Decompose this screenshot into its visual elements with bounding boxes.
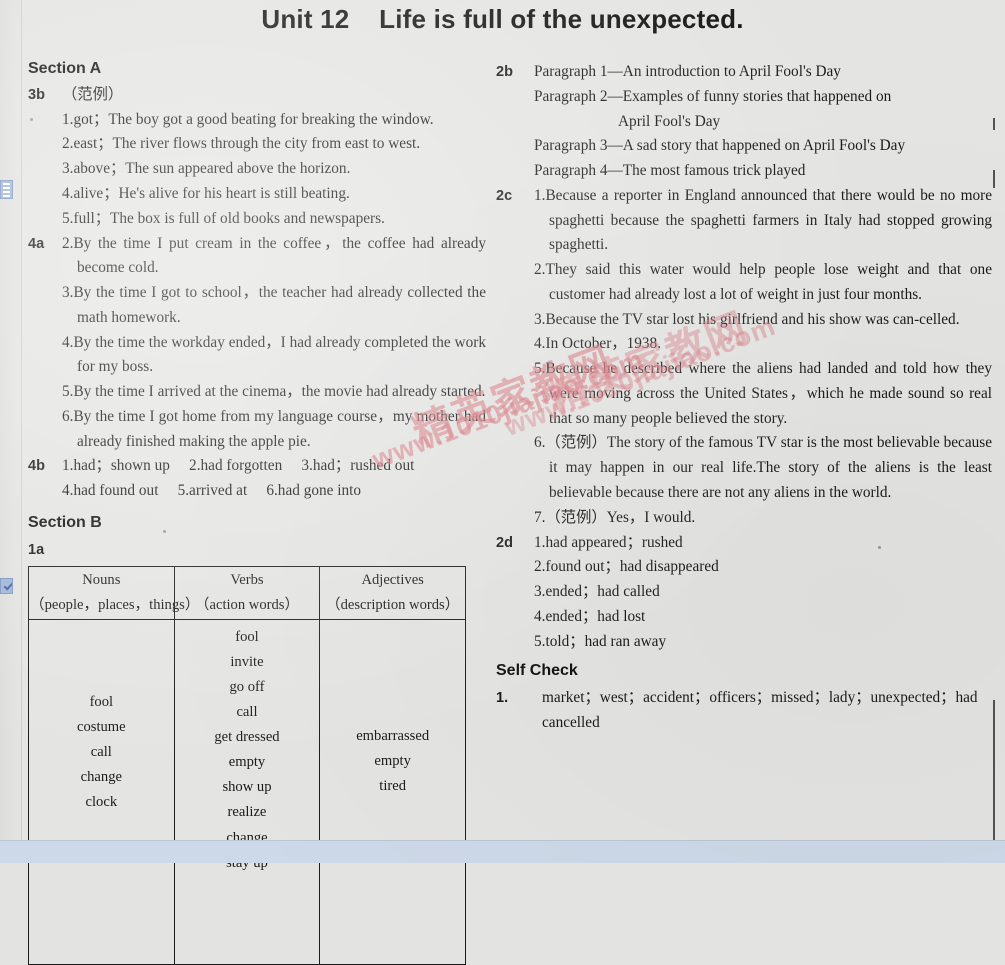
paragraph-line-continued: April Fool's Day	[618, 112, 721, 130]
right-column: 2b Paragraph 1—An introduction to April …	[496, 60, 992, 736]
answer-line: 2.east；The river flows through the city …	[62, 135, 421, 153]
answer-line: 1.had；shown up 2.had forgotten 3.had；rus…	[62, 457, 415, 475]
table-header-adjectives: Adjectives （description words）	[319, 566, 466, 620]
table-header-nouns: Nouns （people，places，things）	[28, 566, 200, 620]
word-item: clock	[85, 794, 118, 811]
header-title: Nouns	[82, 572, 121, 589]
table-header-row: Nouns （people，places，things） Verbs （acti…	[28, 566, 466, 620]
viewer-bottom-bar	[0, 840, 1005, 863]
header-subtitle: （people，places，things）	[30, 596, 200, 613]
header-subtitle: （action words）	[194, 596, 300, 613]
header-subtitle: （description words）	[325, 596, 460, 613]
answer-line: 7.（范例）Yes，I would.	[534, 508, 696, 526]
answer-line: market；west；accident；officers；missed；lad…	[542, 689, 978, 732]
page-left-rule	[21, 0, 22, 841]
scan-artifact	[993, 700, 995, 840]
header-title: Adjectives	[361, 572, 424, 589]
table-cell-verbs: fool invite go off call get dressed empt…	[173, 618, 321, 965]
word-item: tired	[379, 777, 407, 794]
word-item: empty	[228, 754, 266, 771]
answer-line: 5.full；The box is full of old books and …	[62, 209, 385, 227]
paragraph-line: Paragraph 3—A sad story that happened on…	[534, 137, 906, 155]
table-cell-adjectives: embarrassed empty tired	[319, 618, 466, 965]
word-item: show up	[222, 779, 272, 796]
answer-line: 5.By the time I arrived at the cinema，th…	[62, 383, 486, 401]
answer-line: 4.had found out 5.arrived at 6.had gone …	[62, 482, 362, 500]
exercise-4a: 4a 2.By the time I put cream in the coff…	[28, 232, 486, 455]
scanned-page: Unit 12 Life is full of the unexpected. …	[0, 0, 1005, 965]
bookmark-marker-icon[interactable]	[0, 180, 13, 199]
exercise-3b-key: 3b	[28, 86, 45, 103]
exercise-1a-key: 1a	[28, 541, 45, 558]
answer-line: 2.By the time I put cream in the coffee，…	[62, 234, 486, 277]
exercise-2b: 2b Paragraph 1—An introduction to April …	[496, 60, 992, 184]
paragraph-line: Paragraph 4—The most famous trick played	[534, 162, 806, 180]
self-check-key: 1.	[496, 690, 509, 707]
exercise-3b: 3b （范例）	[28, 83, 486, 108]
answer-line: 5.told；had ran away	[534, 632, 667, 650]
exercise-2b-key: 2b	[496, 64, 513, 80]
word-item: fool	[89, 693, 114, 710]
left-column: Section A 3b （范例） 1.got；The boy got a go…	[28, 56, 486, 965]
table-cell-nouns: fool costume call change clock	[28, 618, 175, 965]
exercise-2d: 2d 1.had appeared；rushed 2.found out；had…	[496, 531, 992, 655]
answer-line: 1.got；The boy got a good beating for bre…	[62, 110, 434, 128]
exercise-4b: 4b 1.had；shown up 2.had forgotten 3.had；…	[28, 454, 486, 504]
answer-line: 1.Because a reporter in England announce…	[534, 186, 992, 254]
word-item: embarrassed	[356, 727, 430, 744]
word-item: fool	[235, 628, 259, 645]
header-title: Verbs	[230, 572, 264, 589]
word-item: call	[236, 704, 258, 721]
self-check-item-1: 1. market；west；accident；officers；missed；…	[496, 686, 992, 736]
answer-line: 4.ended；had lost	[534, 607, 646, 625]
scan-artifact	[993, 170, 995, 188]
word-item: invite	[230, 653, 264, 670]
answer-line: 4.By the time the workday ended，I had al…	[62, 333, 486, 376]
answer-line: 2.They said this water would help people…	[534, 261, 992, 303]
answer-line: 2.found out；had disappeared	[534, 558, 719, 576]
word-item: costume	[77, 718, 126, 735]
self-check-heading: Self Check	[496, 662, 578, 680]
word-item: empty	[374, 752, 411, 769]
answer-line: 3.ended；had called	[534, 583, 660, 601]
scan-artifact	[993, 118, 995, 130]
word-item: call	[90, 743, 112, 760]
answer-line: 4.alive；He's alive for his heart is stil…	[62, 184, 350, 202]
checkmark-marker-icon[interactable]	[0, 578, 13, 594]
page-left-gutter	[0, 0, 22, 863]
table-row: fool costume call change clock fool invi…	[28, 618, 466, 965]
section-a-heading: Section A	[28, 60, 102, 77]
answer-line: 5.Because he described where the aliens …	[534, 360, 992, 427]
paragraph-line: Paragraph 2—Examples of funny stories th…	[534, 87, 892, 105]
word-item: realize	[227, 804, 267, 821]
table-header-verbs: Verbs （action words）	[173, 566, 321, 620]
word-item: get dressed	[214, 729, 280, 746]
answer-line: 4.In October，1938.	[534, 335, 662, 353]
paragraph-line: Paragraph 1—An introduction to April Foo…	[534, 63, 841, 80]
section-b-heading: Section B	[28, 513, 102, 531]
exercise-4a-key: 4a	[28, 235, 45, 252]
answer-line: 3.Because the TV star lost his girlfrien…	[534, 310, 960, 328]
word-item: change	[80, 769, 122, 786]
word-item: go off	[229, 678, 265, 695]
page-title: Unit 12 Life is full of the unexpected.	[261, 4, 744, 34]
answer-line: 1.had appeared；rushed	[534, 533, 683, 551]
answer-line: 6.（范例）The story of the famous TV star is…	[534, 434, 992, 502]
word-sort-table: Nouns （people，places，things） Verbs （acti…	[28, 566, 466, 965]
exercise-2c-key: 2c	[496, 187, 513, 204]
exercise-3b-note: （范例）	[62, 85, 124, 103]
exercise-3b-answers: 1.got；The boy got a good beating for bre…	[28, 108, 486, 232]
answer-line: 6.By the time I got home from my languag…	[62, 407, 486, 450]
answer-line: 3.By the time I got to school，the teache…	[62, 284, 486, 326]
exercise-4b-key: 4b	[28, 458, 45, 475]
exercise-2c: 2c 1.Because a reporter in England annou…	[496, 184, 992, 531]
exercise-2d-key: 2d	[496, 534, 513, 551]
answer-line: 3.above；The sun appeared above the horiz…	[62, 160, 351, 178]
